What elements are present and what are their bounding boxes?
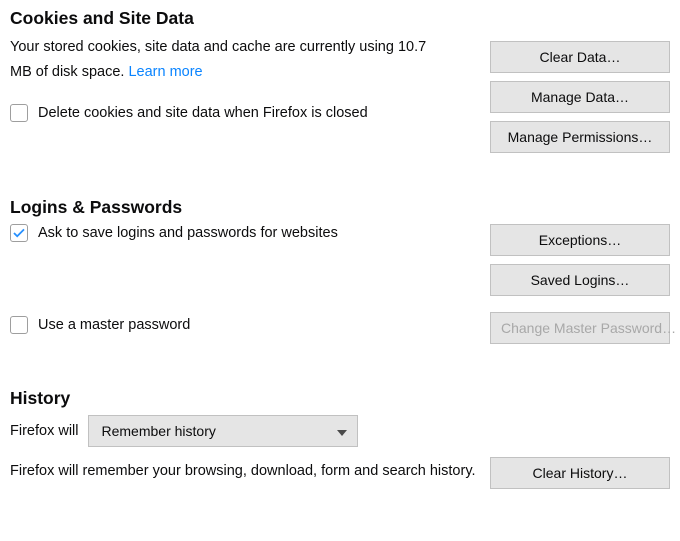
ask-save-checkbox[interactable] xyxy=(10,224,28,242)
master-pw-label: Use a master password xyxy=(38,317,190,333)
master-pw-checkbox[interactable] xyxy=(10,316,28,334)
history-desc-row: Firefox will remember your browsing, dow… xyxy=(10,463,670,489)
change-master-button[interactable]: Change Master Password… xyxy=(490,312,670,344)
saved-logins-button[interactable]: Saved Logins… xyxy=(490,264,670,296)
logins-title: Logins & Passwords xyxy=(10,197,670,218)
delete-on-close-checkbox[interactable] xyxy=(10,104,28,122)
history-title: History xyxy=(10,388,670,409)
cookies-left: Your stored cookies, site data and cache… xyxy=(10,35,478,122)
logins-buttons2: Change Master Password… xyxy=(490,312,670,344)
section-logins: Logins & Passwords Ask to save logins an… xyxy=(10,197,670,344)
clear-history-button[interactable]: Clear History… xyxy=(490,457,670,489)
history-buttons: Clear History… xyxy=(490,457,670,489)
clear-data-button[interactable]: Clear Data… xyxy=(490,41,670,73)
cookies-desc-suffix: of disk space. xyxy=(32,64,129,80)
cookies-desc: Your stored cookies, site data and cache… xyxy=(10,35,450,86)
history-prefix: Firefox will xyxy=(10,423,78,439)
history-desc: Firefox will remember your browsing, dow… xyxy=(10,463,476,479)
manage-data-button[interactable]: Manage Data… xyxy=(490,81,670,113)
logins-left2: Use a master password xyxy=(10,298,478,334)
delete-on-close-row: Delete cookies and site data when Firefo… xyxy=(10,104,478,122)
logins-buttons1: Exceptions… Saved Logins… xyxy=(490,224,670,296)
learn-more-link[interactable]: Learn more xyxy=(128,64,202,80)
cookies-buttons: Clear Data… Manage Data… Manage Permissi… xyxy=(490,41,670,153)
check-icon xyxy=(13,227,25,239)
manage-permissions-button[interactable]: Manage Permissions… xyxy=(490,121,670,153)
ask-save-label: Ask to save logins and passwords for web… xyxy=(38,225,338,241)
delete-on-close-label: Delete cookies and site data when Firefo… xyxy=(38,105,368,121)
history-mode-value: Remember history xyxy=(101,423,215,439)
logins-row2: Use a master password Change Master Pass… xyxy=(10,298,670,344)
cookies-row: Your stored cookies, site data and cache… xyxy=(10,35,670,153)
exceptions-button[interactable]: Exceptions… xyxy=(490,224,670,256)
caret-down-icon xyxy=(337,423,347,439)
section-cookies: Cookies and Site Data Your stored cookie… xyxy=(10,8,670,153)
logins-left1: Ask to save logins and passwords for web… xyxy=(10,224,478,242)
ask-save-row: Ask to save logins and passwords for web… xyxy=(10,224,478,242)
history-mode-select[interactable]: Remember history xyxy=(88,415,358,447)
section-history: History Firefox will Remember history Fi… xyxy=(10,388,670,489)
logins-row1: Ask to save logins and passwords for web… xyxy=(10,224,670,296)
history-mode-row: Firefox will Remember history xyxy=(10,415,670,447)
cookies-title: Cookies and Site Data xyxy=(10,8,670,29)
master-pw-row: Use a master password xyxy=(10,316,478,334)
cookies-desc-prefix: Your stored cookies, site data and cache… xyxy=(10,39,398,55)
